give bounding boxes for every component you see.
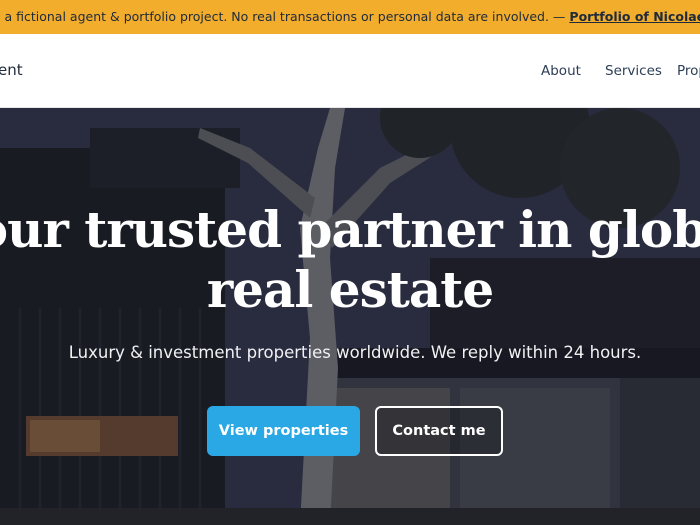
- contact-me-button[interactable]: Contact me: [375, 406, 503, 456]
- navbar: ent About Services Prop: [0, 34, 700, 108]
- disclaimer-banner: s a fictional agent & portfolio project.…: [0, 0, 700, 34]
- brand-logo-text[interactable]: ent: [0, 61, 23, 79]
- disclaimer-text: s a fictional agent & portfolio project.…: [0, 9, 570, 24]
- hero-section: Your trusted partner in global real esta…: [0, 108, 700, 525]
- view-properties-button[interactable]: View properties: [207, 406, 360, 456]
- nav-link-services[interactable]: Services: [605, 63, 662, 79]
- hero-headline-line2: real estate: [206, 260, 494, 319]
- hero-subheadline: Luxury & investment properties worldwide…: [68, 343, 642, 362]
- portfolio-link[interactable]: Portfolio of Nicolae-Valentin: [569, 9, 700, 24]
- hero-headline: Your trusted partner in global real esta…: [0, 200, 700, 320]
- nav-link-about[interactable]: About: [541, 63, 581, 79]
- nav-link-properties[interactable]: Prop: [677, 63, 700, 79]
- hero-headline-line1: Your trusted partner in global: [0, 200, 700, 259]
